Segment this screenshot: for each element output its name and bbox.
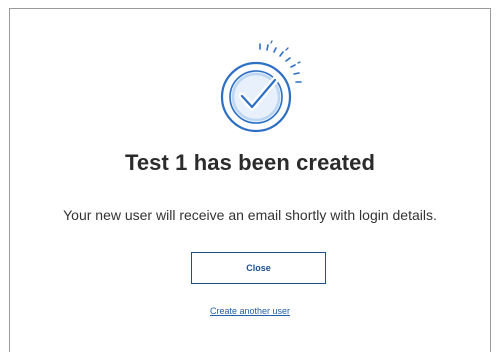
- dialog-message: Your new user will receive an email shor…: [63, 207, 437, 223]
- dialog-title: Test 1 has been created: [124, 150, 376, 175]
- success-dialog: Test 1 has been created Your new user wi…: [9, 8, 491, 352]
- create-another-user-link[interactable]: Create another user: [10, 306, 490, 316]
- close-button[interactable]: Close: [191, 252, 326, 284]
- check-circle-icon: [220, 40, 302, 133]
- success-illustration: [214, 34, 314, 138]
